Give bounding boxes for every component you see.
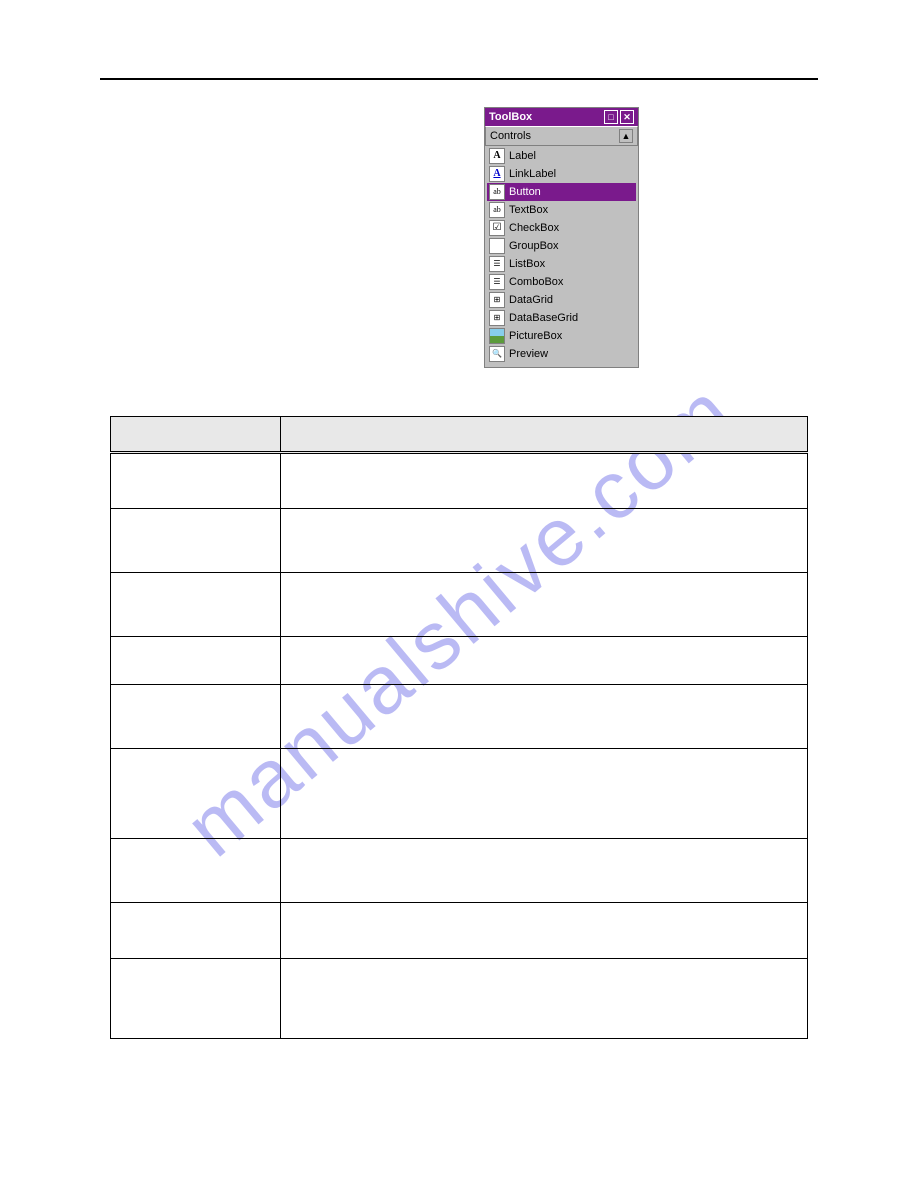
table-cell-control — [111, 637, 281, 685]
listbox-icon: ☰ — [489, 256, 505, 272]
page-top-rule — [100, 78, 818, 80]
table-cell-control — [111, 509, 281, 573]
table-row — [111, 749, 808, 839]
close-icon[interactable]: ✕ — [620, 110, 634, 124]
toolbox-item-label: ComboBox — [509, 276, 563, 288]
toolbox-item-label: Label — [509, 150, 536, 162]
combobox-icon: ☰ — [489, 274, 505, 290]
toolbox-item-preview[interactable]: 🔍 Preview — [487, 345, 636, 363]
datagrid-icon: ⊞ — [489, 292, 505, 308]
textbox-icon: ab — [489, 202, 505, 218]
table-header-description — [281, 417, 808, 453]
table-cell-control — [111, 685, 281, 749]
table-header-control — [111, 417, 281, 453]
toolbox-title: ToolBox — [489, 111, 532, 123]
toolbox-item-label: GroupBox — [509, 240, 559, 252]
toolbox-item-label[interactable]: A Label — [487, 147, 636, 165]
toolbox-item-label: Button — [509, 186, 541, 198]
toolbox-item-label: CheckBox — [509, 222, 559, 234]
table-cell-control — [111, 453, 281, 509]
checkbox-icon: ☑ — [489, 220, 505, 236]
table-row — [111, 903, 808, 959]
collapse-arrow-icon[interactable]: ▲ — [619, 129, 633, 143]
toolbox-item-textbox[interactable]: ab TextBox — [487, 201, 636, 219]
pin-icon[interactable]: □ — [604, 110, 618, 124]
toolbox-section-label: Controls — [490, 130, 531, 142]
picturebox-icon — [489, 328, 505, 344]
label-icon: A — [489, 148, 505, 164]
table-cell-description — [281, 453, 808, 509]
toolbox-item-groupbox[interactable]: GroupBox — [487, 237, 636, 255]
table-row — [111, 509, 808, 573]
table-cell-description — [281, 573, 808, 637]
table-cell-control — [111, 839, 281, 903]
toolbox-item-label: TextBox — [509, 204, 548, 216]
toolbox-item-label: DataGrid — [509, 294, 553, 306]
toolbox-section-header[interactable]: Controls ▲ — [485, 126, 638, 146]
toolbox-item-listbox[interactable]: ☰ ListBox — [487, 255, 636, 273]
toolbox-item-label: Preview — [509, 348, 548, 360]
toolbox-item-label: LinkLabel — [509, 168, 556, 180]
toolbox-item-databasegrid[interactable]: ⊞ DataBaseGrid — [487, 309, 636, 327]
table-cell-description — [281, 749, 808, 839]
table-cell-control — [111, 903, 281, 959]
toolbox-window: ToolBox □ ✕ Controls ▲ A Label A LinkLabel a… — [484, 107, 639, 368]
table-cell-control — [111, 573, 281, 637]
groupbox-icon — [489, 238, 505, 254]
table-header-row — [111, 417, 808, 453]
table-cell-description — [281, 959, 808, 1039]
toolbox-item-label: DataBaseGrid — [509, 312, 578, 324]
linklabel-icon: A — [489, 166, 505, 182]
table-cell-description — [281, 637, 808, 685]
toolbox-item-label: PictureBox — [509, 330, 562, 342]
toolbox-item-datagrid[interactable]: ⊞ DataGrid — [487, 291, 636, 309]
toolbox-item-label: ListBox — [509, 258, 545, 270]
toolbox-item-linklabel[interactable]: A LinkLabel — [487, 165, 636, 183]
titlebar-buttons: □ ✕ — [604, 110, 634, 124]
table-cell-description — [281, 839, 808, 903]
table-cell-control — [111, 959, 281, 1039]
toolbox-item-checkbox[interactable]: ☑ CheckBox — [487, 219, 636, 237]
button-icon: ab — [489, 184, 505, 200]
table-cell-description — [281, 509, 808, 573]
table-row — [111, 573, 808, 637]
table-cell-description — [281, 903, 808, 959]
toolbox-item-button[interactable]: ab Button — [487, 183, 636, 201]
databasegrid-icon: ⊞ — [489, 310, 505, 326]
preview-icon: 🔍 — [489, 346, 505, 362]
toolbox-titlebar[interactable]: ToolBox □ ✕ — [485, 108, 638, 126]
controls-table — [110, 416, 808, 1039]
table-cell-control — [111, 749, 281, 839]
table-row — [111, 637, 808, 685]
table-row — [111, 453, 808, 509]
table-row — [111, 959, 808, 1039]
toolbox-list: A Label A LinkLabel ab Button ab TextBox ☑ CheckB… — [485, 146, 638, 367]
toolbox-item-picturebox[interactable]: PictureBox — [487, 327, 636, 345]
table-row — [111, 839, 808, 903]
table-row — [111, 685, 808, 749]
toolbox-item-combobox[interactable]: ☰ ComboBox — [487, 273, 636, 291]
table-cell-description — [281, 685, 808, 749]
